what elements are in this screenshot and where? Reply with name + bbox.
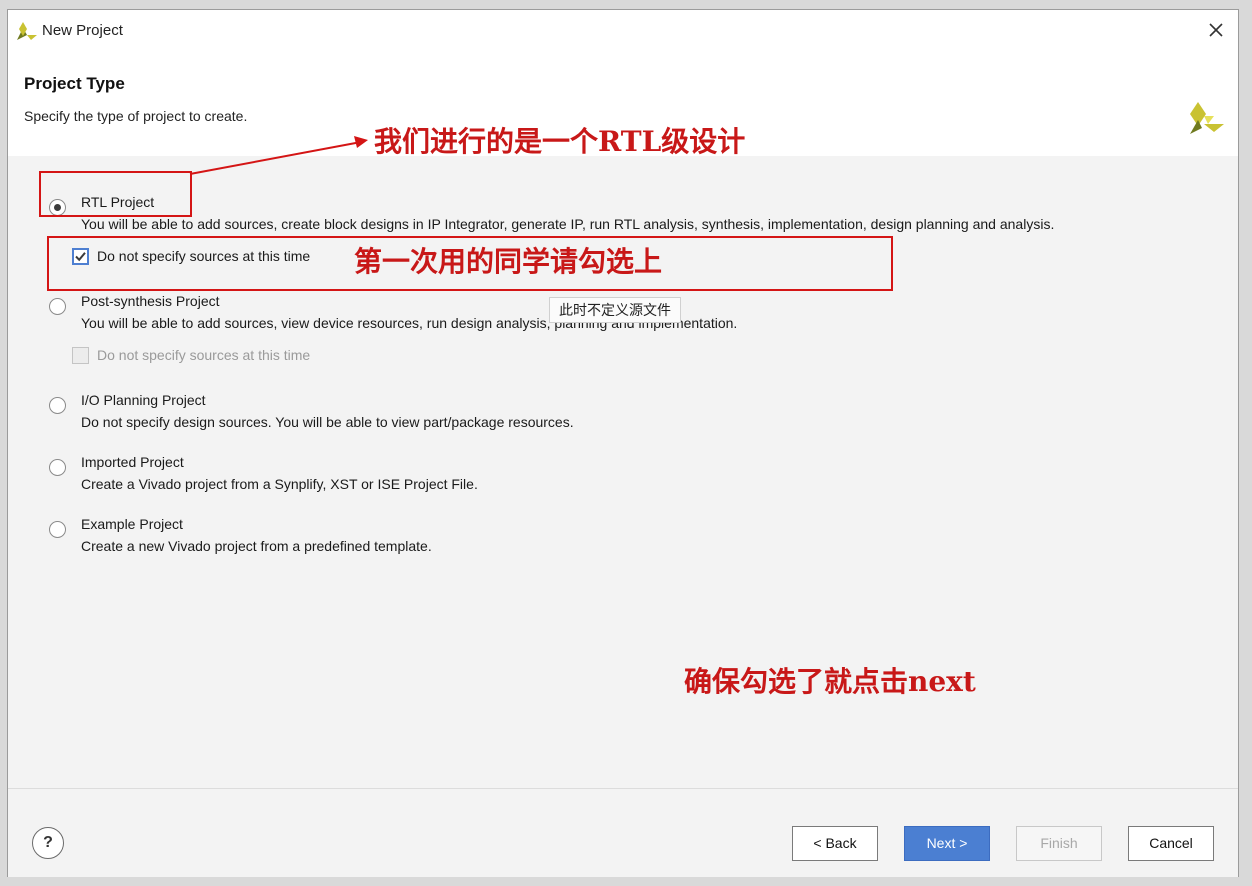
annotation-arrow-icon	[189, 136, 368, 175]
vivado-logo-icon	[17, 22, 37, 40]
help-button[interactable]: ?	[32, 827, 64, 859]
title-bar: New Project	[8, 10, 1238, 50]
next-button[interactable]: Next >	[904, 826, 990, 861]
dialog-footer: ? < Back Next > Finish Cancel	[8, 788, 1238, 877]
imported-project-radio[interactable]	[49, 459, 66, 476]
page-subtitle: Specify the type of project to create.	[24, 108, 248, 124]
annotation-check-text: 第一次用的同学请勾选上	[354, 245, 663, 278]
window-title: New Project	[42, 22, 123, 39]
example-project-label[interactable]: Example Project	[81, 516, 183, 532]
example-project-radio[interactable]	[49, 521, 66, 538]
imported-project-description: Create a Vivado project from a Synplify,…	[81, 476, 478, 492]
post-synthesis-label[interactable]: Post-synthesis Project	[81, 293, 220, 309]
rtl-project-description: You will be able to add sources, create …	[81, 216, 1055, 232]
project-type-options: RTL Project You will be able to add sour…	[8, 125, 1238, 788]
example-project-description: Create a new Vivado project from a prede…	[81, 538, 432, 554]
imported-project-label[interactable]: Imported Project	[81, 454, 184, 470]
postsynth-no-sources-checkbox	[72, 347, 89, 364]
io-planning-radio[interactable]	[49, 397, 66, 414]
io-planning-label[interactable]: I/O Planning Project	[81, 392, 206, 408]
postsynth-no-sources-label: Do not specify sources at this time	[97, 347, 311, 363]
annotation-box-rtl	[39, 171, 192, 217]
new-project-dialog: New Project Project Type Specify the typ…	[7, 9, 1239, 877]
io-planning-description: Do not specify design sources. You will …	[81, 414, 574, 430]
annotation-next-text: 确保勾选了就点击next	[684, 665, 976, 698]
post-synthesis-radio[interactable]	[49, 298, 66, 315]
annotation-rtl-text: 我们进行的是一个RTL级设计	[374, 125, 746, 158]
cancel-button[interactable]: Cancel	[1128, 826, 1214, 861]
finish-button: Finish	[1016, 826, 1102, 861]
tooltip: 此时不定义源文件	[549, 297, 681, 323]
close-icon[interactable]	[1204, 18, 1228, 42]
back-button[interactable]: < Back	[792, 826, 878, 861]
vivado-brand-icon	[1190, 102, 1224, 134]
page-title: Project Type	[24, 74, 125, 93]
